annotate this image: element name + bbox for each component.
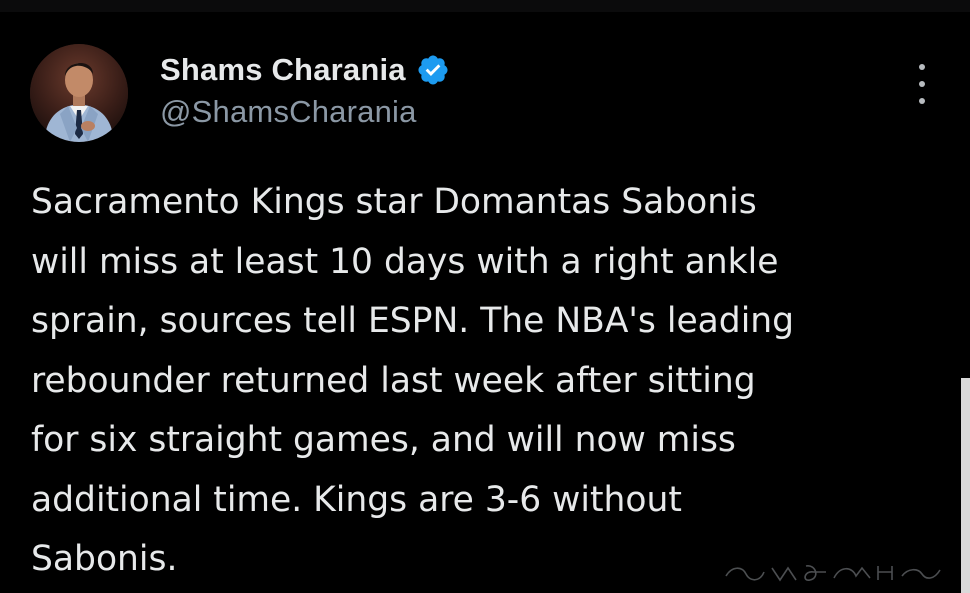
profile-photo-icon <box>30 44 128 142</box>
avatar[interactable] <box>30 44 128 142</box>
scrollbar[interactable] <box>961 378 970 593</box>
more-dot-icon <box>919 64 925 70</box>
author-name-row[interactable]: Shams Charania <box>160 50 450 90</box>
tweet-text-line: for six straight games, and will now mis… <box>31 420 736 460</box>
display-name[interactable]: Shams Charania <box>160 52 406 88</box>
tweet-text-line: rebounder returned last week after sitti… <box>31 360 756 401</box>
more-options-icon[interactable] <box>906 64 938 104</box>
verified-badge-icon <box>418 55 448 85</box>
tweet-text-line: will miss at least 10 days with a right … <box>31 241 779 282</box>
tweet-text-line: Sacramento Kings star Domantas Sabonis <box>31 182 757 222</box>
more-dot-icon <box>919 81 925 87</box>
author-handle[interactable]: @ShamsCharania <box>160 94 417 130</box>
tweet-card: Shams Charania @ShamsCharania Sacramento… <box>0 0 970 593</box>
tweet-text-line: sprain, sources tell ESPN. The NBA's lea… <box>31 301 795 341</box>
watermark-icon <box>725 565 941 582</box>
more-dot-icon <box>919 98 925 104</box>
tweet-text: Sacramento Kings star Domantas Sabonis w… <box>31 173 956 590</box>
tweet-text-line: additional time. Kings are 3-6 without <box>31 479 682 520</box>
top-divider <box>0 0 970 12</box>
